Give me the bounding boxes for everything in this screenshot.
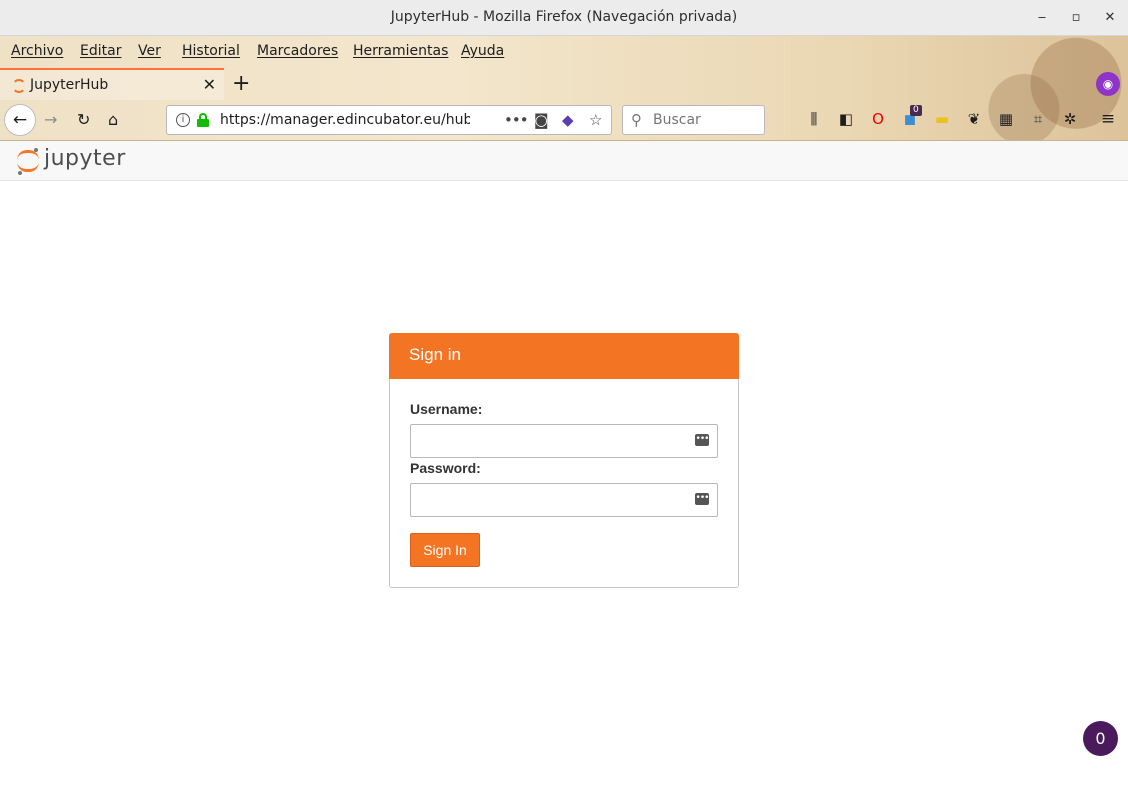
- extension-badge: 0: [910, 105, 922, 116]
- signin-button[interactable]: Sign In: [410, 533, 480, 567]
- home-button[interactable]: ⌂: [108, 110, 118, 129]
- minimize-icon[interactable]: ‒: [1033, 9, 1051, 27]
- floating-notification-badge[interactable]: 0: [1083, 721, 1118, 756]
- tab-label: JupyterHub: [30, 77, 109, 93]
- library-icon[interactable]: ⫼: [804, 109, 824, 129]
- extension-cube-icon[interactable]: ◆: [562, 111, 574, 129]
- menu-historial[interactable]: Historial: [182, 43, 240, 59]
- chat-extension-icon[interactable]: ▬: [932, 109, 952, 129]
- apps-extension-icon[interactable]: ▦: [996, 109, 1016, 129]
- window-titlebar: JupyterHub - Mozilla Firefox (Navegación…: [0, 0, 1128, 36]
- search-icon: ⚲: [631, 111, 642, 129]
- menu-herramientas[interactable]: Herramientas: [353, 43, 448, 59]
- url-text[interactable]: https://manager.edincubator.eu/hub/lo: [220, 112, 470, 128]
- reload-button[interactable]: ↻: [77, 110, 90, 129]
- menu-editar[interactable]: Editar: [80, 43, 121, 59]
- signin-title: Sign in: [409, 345, 461, 364]
- signin-card-header: Sign in: [389, 333, 739, 379]
- window-title: JupyterHub - Mozilla Firefox (Navegación…: [390, 9, 738, 25]
- crop-screenshot-icon[interactable]: ⌗: [1028, 109, 1048, 129]
- jupyter-favicon-icon: [12, 79, 26, 93]
- extension-icon[interactable]: ◼ 0: [900, 105, 922, 129]
- username-label: Username:: [410, 401, 483, 417]
- private-browsing-icon: ◉: [1096, 72, 1120, 96]
- pocket-icon[interactable]: ◙: [534, 111, 549, 129]
- bookmark-star-icon[interactable]: ☆: [589, 111, 602, 129]
- menu-marcadores[interactable]: Marcadores: [257, 43, 338, 59]
- tab-close-icon[interactable]: ✕: [203, 75, 216, 94]
- menu-ayuda[interactable]: Ayuda: [461, 43, 504, 59]
- opera-extension-icon[interactable]: O: [868, 109, 888, 129]
- sidebar-icon[interactable]: ◧: [836, 109, 856, 129]
- password-manager-icon[interactable]: •••: [695, 434, 709, 446]
- url-bar[interactable]: i https://manager.edincubator.eu/hub/lo …: [166, 105, 612, 135]
- maximize-icon[interactable]: ▫: [1067, 9, 1085, 27]
- back-button[interactable]: ←: [4, 104, 36, 136]
- page-actions-button[interactable]: •••: [504, 111, 529, 129]
- password-label: Password:: [410, 460, 481, 476]
- password-manager-icon[interactable]: •••: [695, 493, 709, 505]
- menu-archivo[interactable]: Archivo: [11, 43, 63, 59]
- hamburger-menu-icon[interactable]: ≡: [1098, 109, 1118, 129]
- gnome-extension-icon[interactable]: ❦: [964, 109, 984, 129]
- settings-gear-icon[interactable]: ✲: [1060, 109, 1080, 129]
- new-tab-button[interactable]: +: [232, 71, 250, 96]
- password-field[interactable]: [410, 483, 718, 517]
- search-bar[interactable]: ⚲: [622, 105, 765, 135]
- jupyter-header: jupyter: [0, 141, 1128, 181]
- menu-ver[interactable]: Ver: [138, 43, 161, 59]
- tab-strip: JupyterHub ✕ + ◉: [0, 68, 1128, 100]
- close-window-icon[interactable]: ✕: [1101, 9, 1119, 27]
- username-field[interactable]: [410, 424, 718, 458]
- forward-button[interactable]: →: [44, 110, 57, 129]
- signin-card: Sign in Username: ••• Password: ••• Sign…: [389, 333, 739, 588]
- jupyter-logo-icon[interactable]: [16, 148, 40, 176]
- lock-icon[interactable]: [197, 113, 209, 127]
- search-input[interactable]: [653, 110, 758, 130]
- navigation-toolbar: ← → ↻ ⌂ i https://manager.edincubator.eu…: [0, 100, 1128, 140]
- tab-jupyterhub[interactable]: JupyterHub ✕: [0, 68, 224, 100]
- jupyter-wordmark[interactable]: jupyter: [44, 146, 126, 171]
- browser-chrome: Archivo Editar Ver Historial Marcadores …: [0, 36, 1128, 141]
- site-info-icon[interactable]: i: [176, 113, 190, 127]
- menubar: Archivo Editar Ver Historial Marcadores …: [0, 36, 1128, 68]
